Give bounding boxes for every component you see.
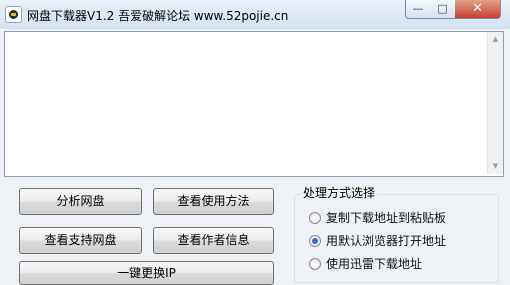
- maximize-button[interactable]: □: [430, 0, 456, 19]
- scroll-up-arrow-icon[interactable]: ▲: [488, 32, 503, 47]
- vertical-scrollbar[interactable]: ▲ ▼: [487, 32, 503, 174]
- window-title: 网盘下载器V1.2 吾爱破解论坛 www.52pojie.cn: [27, 9, 289, 23]
- radio-label: 复制下载地址到粘贴板: [326, 211, 447, 225]
- minimize-icon: —: [412, 2, 424, 15]
- title-bar[interactable]: 网盘下载器V1.2 吾爱破解论坛 www.52pojie.cn — □ ✕: [0, 0, 510, 30]
- output-container: ▲ ▼: [4, 31, 504, 177]
- app-icon: [5, 6, 22, 23]
- view-supported-disks-button[interactable]: 查看支持网盘: [19, 227, 142, 254]
- radio-button[interactable]: [309, 235, 321, 247]
- radio-button[interactable]: [309, 212, 321, 224]
- main-client-area: ▲ ▼ 分析网盘 查看使用方法 查看支持网盘 查看作者信息 一键更换IP 处理方…: [0, 29, 510, 285]
- radio-button[interactable]: [309, 258, 321, 270]
- scroll-down-arrow-icon[interactable]: ▼: [488, 159, 503, 174]
- processing-method-group: 处理方式选择 复制下载地址到粘贴板 用默认浏览器打开地址 使用迅雷下载地址: [294, 186, 499, 283]
- radio-label: 用默认浏览器打开地址: [326, 234, 447, 248]
- close-icon: ✕: [472, 1, 483, 16]
- view-author-info-button[interactable]: 查看作者信息: [153, 227, 274, 254]
- minimize-button[interactable]: —: [405, 0, 431, 19]
- radio-label: 使用迅雷下载地址: [326, 257, 423, 271]
- output-textarea[interactable]: [4, 31, 504, 177]
- view-usage-button[interactable]: 查看使用方法: [153, 188, 274, 215]
- maximize-icon: □: [437, 2, 448, 15]
- change-ip-button[interactable]: 一键更换IP: [19, 261, 274, 285]
- group-legend: 处理方式选择: [300, 186, 379, 200]
- analyze-disk-button[interactable]: 分析网盘: [19, 188, 142, 215]
- close-button[interactable]: ✕: [455, 0, 501, 19]
